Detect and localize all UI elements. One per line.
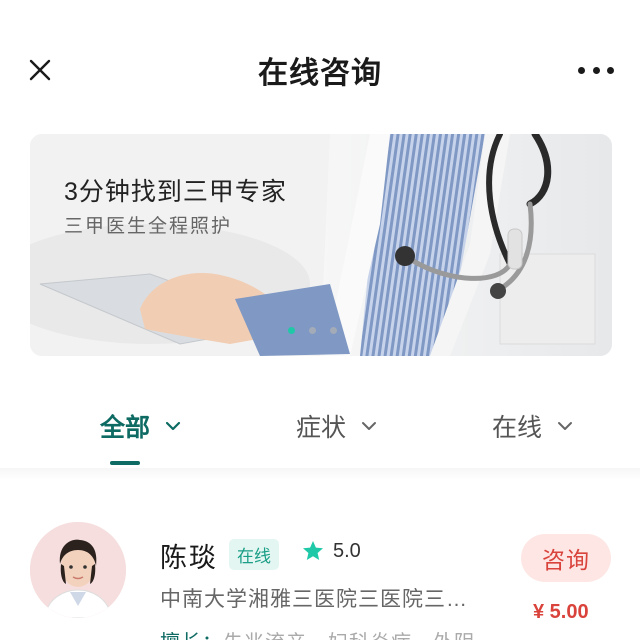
banner-title: 3分钟找到三甲专家: [64, 178, 287, 206]
consult-price: ¥ 5.00: [533, 601, 589, 623]
filter-online-label: 在线: [492, 414, 543, 442]
banner-subtitle: 三甲医生全程照护: [64, 216, 233, 237]
consult-button[interactable]: 咨询: [521, 534, 611, 582]
carousel-dot[interactable]: [330, 327, 337, 334]
header: 在线咨询: [0, 0, 640, 140]
doctor-rating: 5.0: [301, 539, 361, 563]
filter-symptom[interactable]: 症状: [296, 408, 378, 444]
chevron-down-icon: [165, 421, 181, 431]
online-status-badge: 在线: [229, 539, 279, 570]
filter-symptom-label: 症状: [296, 414, 347, 442]
doctor-specialty: 擅长：先兆流产、妇科炎症、外阴: [160, 626, 475, 640]
specialty-label: 擅长：: [160, 632, 223, 640]
filter-online[interactable]: 在线: [492, 408, 574, 444]
doctor-avatar: [30, 522, 126, 618]
doctor-name: 陈琰: [160, 543, 218, 573]
carousel-dot-active[interactable]: [288, 327, 295, 334]
section-divider: [0, 468, 640, 480]
more-options-button[interactable]: [578, 56, 614, 84]
doctor-hospital: 中南大学湘雅三医院三医院三…: [160, 588, 468, 611]
doctor-illustration: [30, 134, 612, 356]
filter-bar: 全部 症状 在线: [0, 400, 640, 470]
specialty-text: 先兆流产、妇科炎症、外阴: [223, 632, 475, 640]
doctor-card[interactable]: 陈琰 在线 5.0 中南大学湘雅三医院三医院三… 擅长：先兆流产、妇科炎症、外阴…: [0, 490, 640, 640]
carousel-indicator: [288, 327, 337, 334]
filter-all-label: 全部: [100, 414, 151, 442]
chevron-down-icon: [558, 422, 573, 430]
carousel-dot[interactable]: [309, 327, 316, 334]
chevron-down-icon: [362, 422, 377, 430]
filter-all[interactable]: 全部: [100, 408, 182, 444]
promo-banner[interactable]: 3分钟找到三甲专家 三甲医生全程照护: [30, 134, 612, 356]
rating-value: 5.0: [333, 539, 361, 562]
more-horizontal-icon: [578, 66, 585, 74]
active-tab-indicator: [110, 461, 140, 465]
star-icon: [303, 541, 323, 560]
page-title: 在线咨询: [258, 57, 382, 90]
